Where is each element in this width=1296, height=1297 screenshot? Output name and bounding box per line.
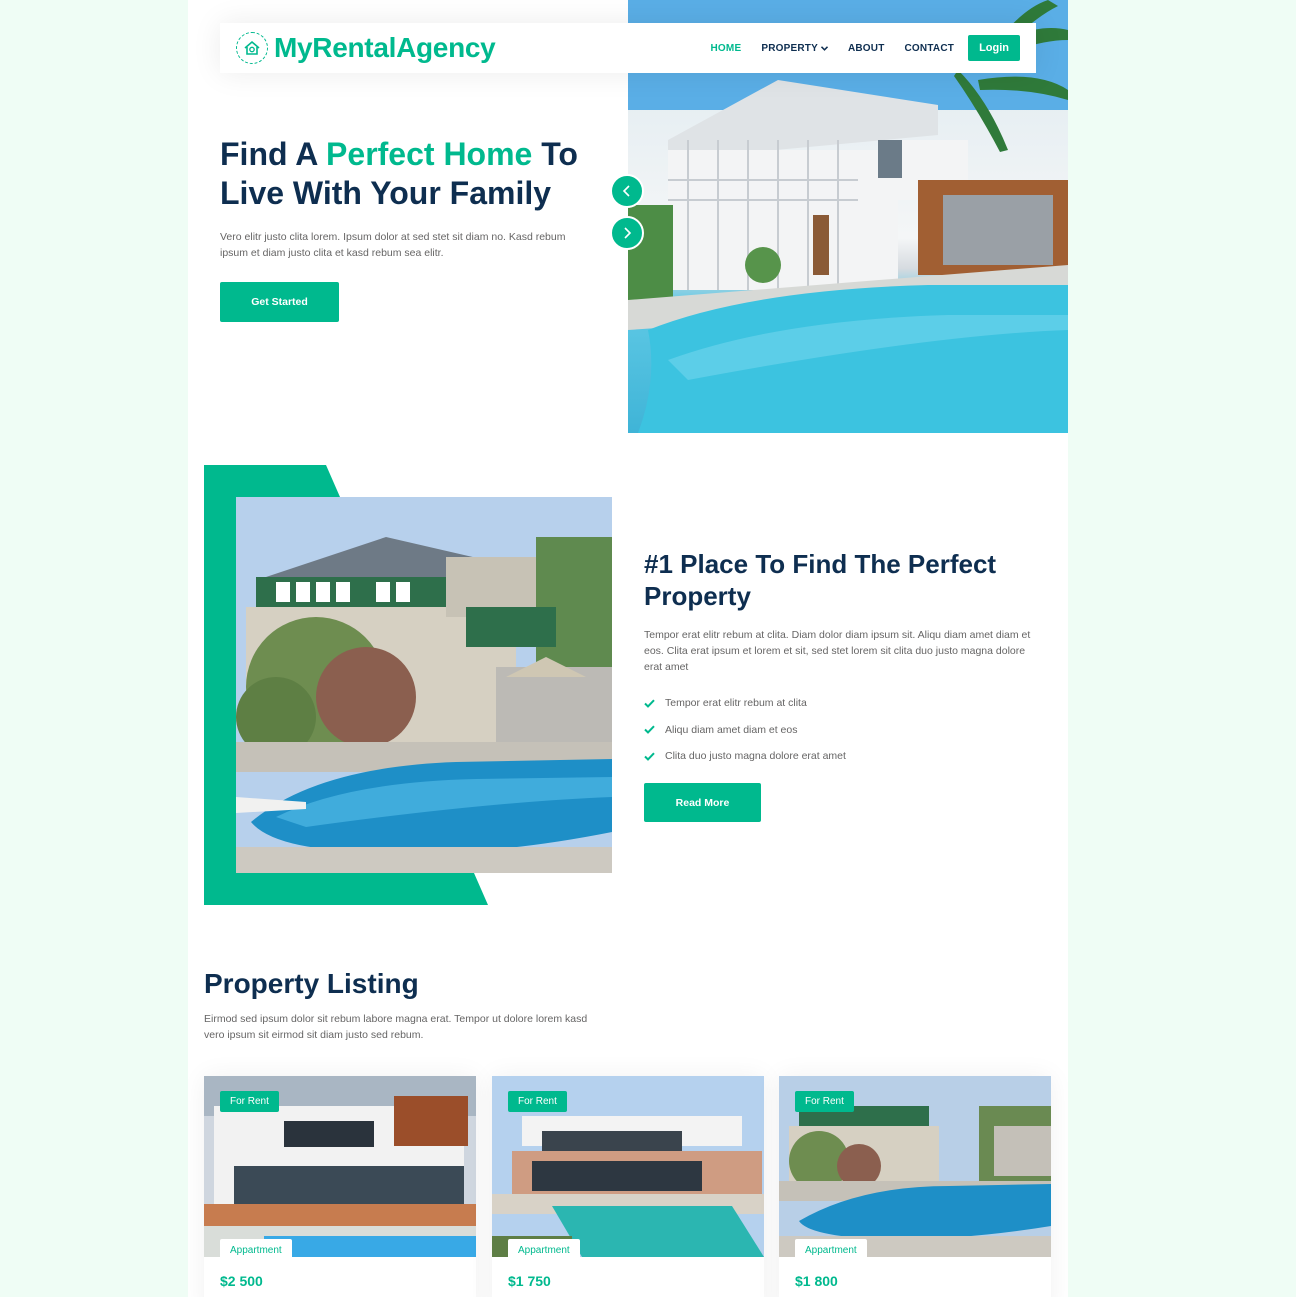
get-started-button[interactable]: Get Started <box>220 282 339 322</box>
chevron-down-icon <box>820 45 828 51</box>
hero-title: Find A Perfect Home To Live With Your Fa… <box>220 135 620 213</box>
feature-item-label: Aliqu diam amet diam et eos <box>665 723 798 736</box>
about-title: #1 Place To Find The Perfect Property <box>644 549 997 611</box>
feature-item-label: Tempor erat elitr rebum at clita <box>665 697 807 710</box>
property-type-badge: Appartment <box>508 1239 580 1261</box>
page: MyRentalAgency HOME PROPERTY ABOUT CONTA… <box>188 0 1068 1297</box>
check-icon <box>644 699 655 708</box>
listing-title: Property Listing <box>204 968 419 999</box>
brand[interactable]: MyRentalAgency <box>236 32 496 64</box>
for-rent-badge: For Rent <box>795 1091 854 1112</box>
hero-title-accent: Perfect Home <box>326 136 533 172</box>
carousel-next-button[interactable] <box>610 216 644 250</box>
property-price: $2 500 <box>220 1273 263 1289</box>
feature-item: Aliqu diam amet diam et eos <box>644 717 1044 744</box>
property-price: $1 750 <box>508 1273 551 1289</box>
nav-property-label: PROPERTY <box>761 42 818 54</box>
property-card[interactable]: For Rent Appartment $2 500 <box>204 1076 476 1297</box>
hero-title-part1: Find A <box>220 136 327 172</box>
feature-item: Tempor erat elitr rebum at clita <box>644 690 1044 717</box>
property-type-badge: Appartment <box>795 1239 867 1261</box>
listing-text: Eirmod sed ipsum dolor sit rebum labore … <box>204 1013 588 1041</box>
property-price: $1 800 <box>795 1273 838 1289</box>
chevron-left-icon <box>622 185 630 197</box>
check-icon <box>644 725 655 735</box>
hero-text: Vero elitr justo clita lorem. Ipsum dolo… <box>220 231 566 259</box>
property-card[interactable]: For Rent Appartment $1 800 <box>779 1076 1051 1297</box>
check-icon <box>644 752 655 761</box>
property-type-badge: Appartment <box>220 1239 292 1261</box>
nav-contact[interactable]: CONTACT <box>905 43 955 54</box>
navbar: MyRentalAgency HOME PROPERTY ABOUT CONTA… <box>220 23 1036 73</box>
nav-about[interactable]: ABOUT <box>848 43 885 54</box>
feature-list: Tempor erat elitr rebum at clita Aliqu d… <box>644 690 1044 770</box>
chevron-right-icon <box>624 227 632 239</box>
nav-links: HOME PROPERTY ABOUT CONTACT <box>711 43 955 54</box>
nav-property[interactable]: PROPERTY <box>761 43 828 54</box>
feature-item: Clita duo justo magna dolore erat amet <box>644 743 1044 770</box>
carousel-prev-button[interactable] <box>610 174 644 208</box>
brand-name: MyRentalAgency <box>274 32 496 63</box>
login-button[interactable]: Login <box>968 35 1020 61</box>
read-more-button[interactable]: Read More <box>644 783 761 822</box>
for-rent-badge: For Rent <box>220 1091 279 1112</box>
feature-item-label: Clita duo justo magna dolore erat amet <box>665 750 846 763</box>
for-rent-badge: For Rent <box>508 1091 567 1112</box>
property-card[interactable]: For Rent Appartment $1 750 <box>492 1076 764 1297</box>
about-text: Tempor erat elitr rebum at clita. Diam d… <box>644 629 1031 673</box>
house-logo-icon <box>236 32 268 64</box>
nav-home[interactable]: HOME <box>711 43 742 54</box>
about-house-image <box>236 497 612 873</box>
